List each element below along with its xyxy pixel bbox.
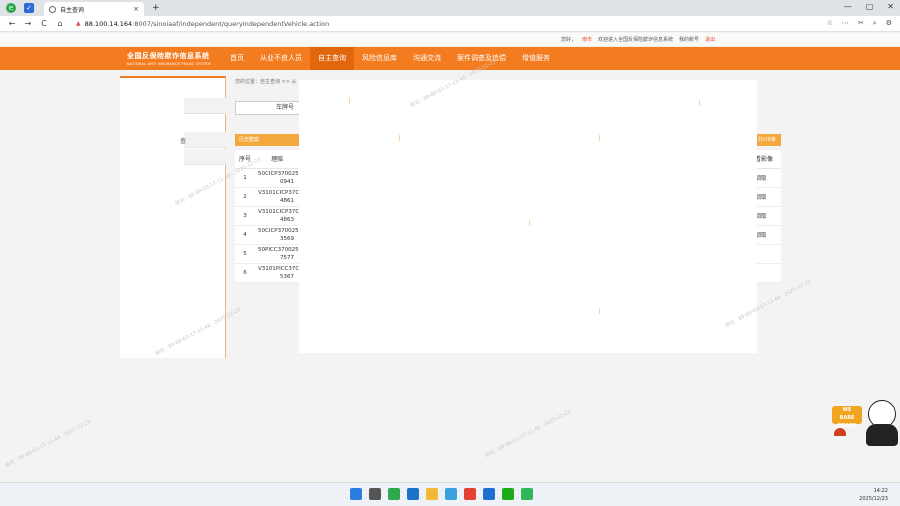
star-icon[interactable]: ☆ bbox=[827, 19, 833, 28]
redaction-overlay bbox=[299, 80, 757, 353]
main-menu: 首页 从业不良人员 自主查询 风险信息库 沟通交流 案件调查及追偿 增值服务 bbox=[222, 47, 558, 70]
site-header: 全国反保险欺诈信息系统 NATIONAL ANTI INSURANCE FRAU… bbox=[0, 47, 900, 70]
new-tab-button[interactable]: + bbox=[152, 3, 160, 13]
menu-risk-database[interactable]: 风险信息库 bbox=[354, 47, 405, 70]
browser-tab[interactable]: 自主查询 × bbox=[44, 2, 144, 16]
close-window-button[interactable]: ✕ bbox=[887, 2, 894, 11]
overlay-fragment bbox=[399, 135, 400, 141]
home-button[interactable]: ⌂ bbox=[56, 19, 64, 28]
menu-communication[interactable]: 沟通交流 bbox=[405, 47, 449, 70]
sidebar-item[interactable]: 查 bbox=[180, 132, 226, 148]
start-icon[interactable] bbox=[350, 488, 362, 500]
watermark: 徐元 · 89-88-03-17-11-48 · 2025-12-23 bbox=[484, 408, 572, 460]
logo-title: 全国反保险欺诈信息系统 bbox=[127, 51, 210, 60]
browser-app-icon[interactable] bbox=[388, 488, 400, 500]
tab-title: 自主查询 bbox=[60, 6, 85, 14]
minimize-button[interactable]: — bbox=[844, 2, 852, 11]
edge-icon[interactable] bbox=[407, 488, 419, 500]
task-view-icon[interactable] bbox=[369, 488, 381, 500]
chat-app-icon[interactable] bbox=[521, 488, 533, 500]
more-icon[interactable]: ⋯ bbox=[842, 19, 849, 28]
reload-button[interactable]: C bbox=[40, 19, 48, 28]
column-header-policy: 理赔 bbox=[255, 150, 300, 169]
overlay-fragment bbox=[349, 98, 350, 104]
logo-subtitle: NATIONAL ANTI INSURANCE FRAUD SYSTEM bbox=[127, 62, 211, 66]
window-controls: — ▢ ✕ bbox=[844, 2, 894, 11]
search-icon[interactable]: ⌕ bbox=[873, 19, 877, 28]
mushroom-icon bbox=[834, 428, 846, 436]
mascot-sign: WE BARE BEARS bbox=[832, 406, 862, 429]
sidebar-item-label: 查 bbox=[179, 138, 186, 145]
greeting-label: 您好， bbox=[561, 37, 577, 43]
wechat-icon[interactable] bbox=[502, 488, 514, 500]
welcome-text: 欢迎进入全国反保险欺诈信息系统 bbox=[598, 37, 674, 43]
search-app-icon[interactable] bbox=[445, 488, 457, 500]
sidebar-item[interactable] bbox=[184, 98, 226, 114]
maximize-button[interactable]: ▢ bbox=[866, 2, 874, 11]
tab-close-icon[interactable]: × bbox=[133, 5, 139, 13]
globe-icon bbox=[49, 5, 56, 13]
breadcrumb: 您的位置：自主查询 >> 从 bbox=[235, 79, 297, 85]
file-explorer-icon[interactable] bbox=[426, 488, 438, 500]
url-field[interactable]: ▲ 88.100.14.164:8007/sinoiaaf/independen… bbox=[76, 20, 676, 28]
system-clock[interactable]: 14:22 2025/12/23 bbox=[859, 487, 888, 503]
url-host: 88.100.14.164 bbox=[84, 19, 133, 28]
clock-time: 14:22 bbox=[873, 488, 888, 494]
menu-self-query[interactable]: 自主查询 bbox=[310, 47, 354, 70]
settings-icon[interactable]: ⚙ bbox=[886, 19, 892, 28]
account-link[interactable]: 我的账号 bbox=[679, 36, 699, 43]
watermark: 徐元 · 89-88-03-17-11-48 · 2025-12-23 bbox=[4, 418, 92, 470]
site-info-strip: 您好， 南市 欢迎进入全国反保险欺诈信息系统 我的账号 退出 bbox=[0, 33, 900, 47]
bear-mascot: WE BARE BEARS bbox=[832, 398, 900, 450]
browser-tab-strip: e ✓ 自主查询 × + — ▢ ✕ bbox=[0, 0, 900, 16]
menu-bad-practitioners[interactable]: 从业不良人员 bbox=[252, 47, 310, 70]
overlay-fragment bbox=[529, 220, 530, 226]
history-count-badge: 共计6条 bbox=[753, 134, 781, 146]
not-secure-icon[interactable]: ▲ bbox=[76, 20, 81, 27]
workspace-icon[interactable]: ✓ bbox=[24, 3, 34, 13]
windows-taskbar: 14:22 2025/12/23 bbox=[0, 482, 900, 506]
forward-button[interactable]: → bbox=[24, 19, 32, 28]
overlay-fragment bbox=[599, 308, 600, 314]
taskbar-apps bbox=[350, 488, 533, 500]
overlay-fragment bbox=[599, 135, 600, 141]
extensions-icon[interactable]: ✂ bbox=[858, 19, 864, 28]
sidebar-item[interactable] bbox=[184, 149, 226, 165]
panda-body-icon bbox=[866, 424, 898, 446]
edge-browser-icon[interactable]: e bbox=[6, 3, 16, 13]
messenger-icon[interactable] bbox=[483, 488, 495, 500]
address-bar: ← → C ⌂ ▲ 88.100.14.164:8007/sinoiaaf/in… bbox=[0, 16, 900, 32]
chrome-icon[interactable] bbox=[464, 488, 476, 500]
url-path: :8007/sinoiaaf/independent/queryIndepend… bbox=[132, 19, 330, 28]
toolbar-icons: ☆ ⋯ ✂ ⌕ ⚙ bbox=[827, 19, 892, 28]
city-label: 南市 bbox=[582, 37, 593, 43]
logout-link[interactable]: 退出 bbox=[705, 36, 715, 43]
menu-home[interactable]: 首页 bbox=[222, 47, 252, 70]
tab-history-claims[interactable]: 历史赔案 bbox=[235, 134, 299, 146]
site-logo: 全国反保险欺诈信息系统 NATIONAL ANTI INSURANCE FRAU… bbox=[127, 51, 211, 66]
menu-value-added[interactable]: 增值服务 bbox=[514, 47, 558, 70]
clock-date: 2025/12/23 bbox=[859, 496, 888, 502]
left-sidebar: 查 bbox=[120, 76, 226, 358]
back-button[interactable]: ← bbox=[8, 19, 16, 28]
overlay-fragment bbox=[699, 100, 700, 106]
